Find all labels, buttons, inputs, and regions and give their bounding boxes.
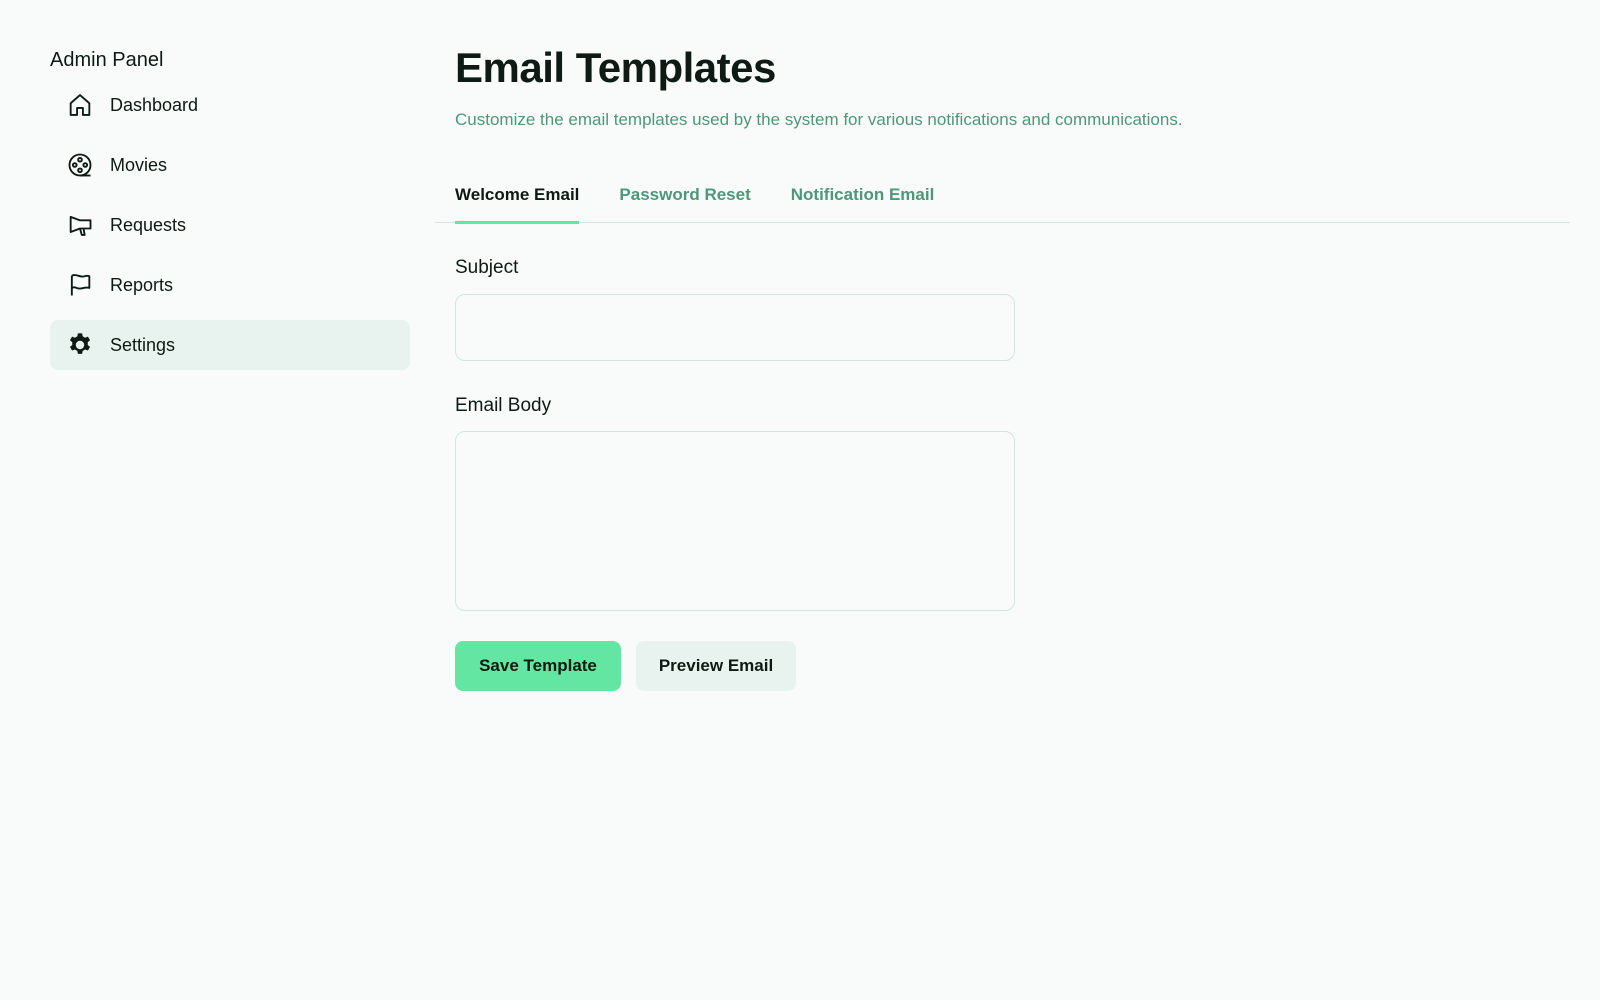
save-template-button[interactable]: Save Template (455, 641, 621, 691)
tab-password-reset[interactable]: Password Reset (619, 168, 750, 223)
house-icon (66, 91, 94, 119)
gear-icon (66, 331, 94, 359)
email-body-label: Email Body (455, 395, 552, 416)
admin-app: Admin Panel Dashboard Movies Requests Re… (0, 0, 1600, 1000)
sidebar-item-dashboard[interactable]: Dashboard (50, 80, 410, 130)
page-subtitle: Customize the email templates used by th… (455, 110, 1183, 129)
subject-input[interactable] (455, 294, 1015, 361)
page-title: Email Templates (455, 44, 776, 91)
template-tabs: Welcome Email Password Reset Notificatio… (435, 168, 1570, 224)
sidebar-item-label: Reports (110, 274, 174, 295)
film-reel-icon (66, 151, 94, 179)
sidebar-item-movies[interactable]: Movies (50, 140, 410, 190)
sidebar-item-label: Requests (110, 214, 187, 235)
flag-icon (66, 271, 94, 299)
preview-email-button[interactable]: Preview Email (636, 641, 796, 691)
sidebar-item-reports[interactable]: Reports (50, 260, 410, 310)
tab-notification-email[interactable]: Notification Email (791, 168, 935, 223)
sidebar-item-label: Dashboard (110, 94, 199, 115)
subject-label: Subject (455, 257, 519, 278)
sidebar-item-settings[interactable]: Settings (50, 320, 410, 370)
tab-welcome-email[interactable]: Welcome Email (455, 168, 580, 224)
sidebar: Admin Panel Dashboard Movies Requests Re… (50, 46, 410, 370)
sidebar-item-label: Movies (110, 154, 168, 175)
sidebar-title: Admin Panel (50, 49, 164, 71)
sidebar-nav: Dashboard Movies Requests Reports Settin… (50, 80, 410, 370)
email-body-textarea[interactable] (455, 431, 1015, 611)
megaphone-icon (66, 211, 94, 239)
sidebar-item-label: Settings (110, 334, 176, 355)
sidebar-item-requests[interactable]: Requests (50, 200, 410, 250)
